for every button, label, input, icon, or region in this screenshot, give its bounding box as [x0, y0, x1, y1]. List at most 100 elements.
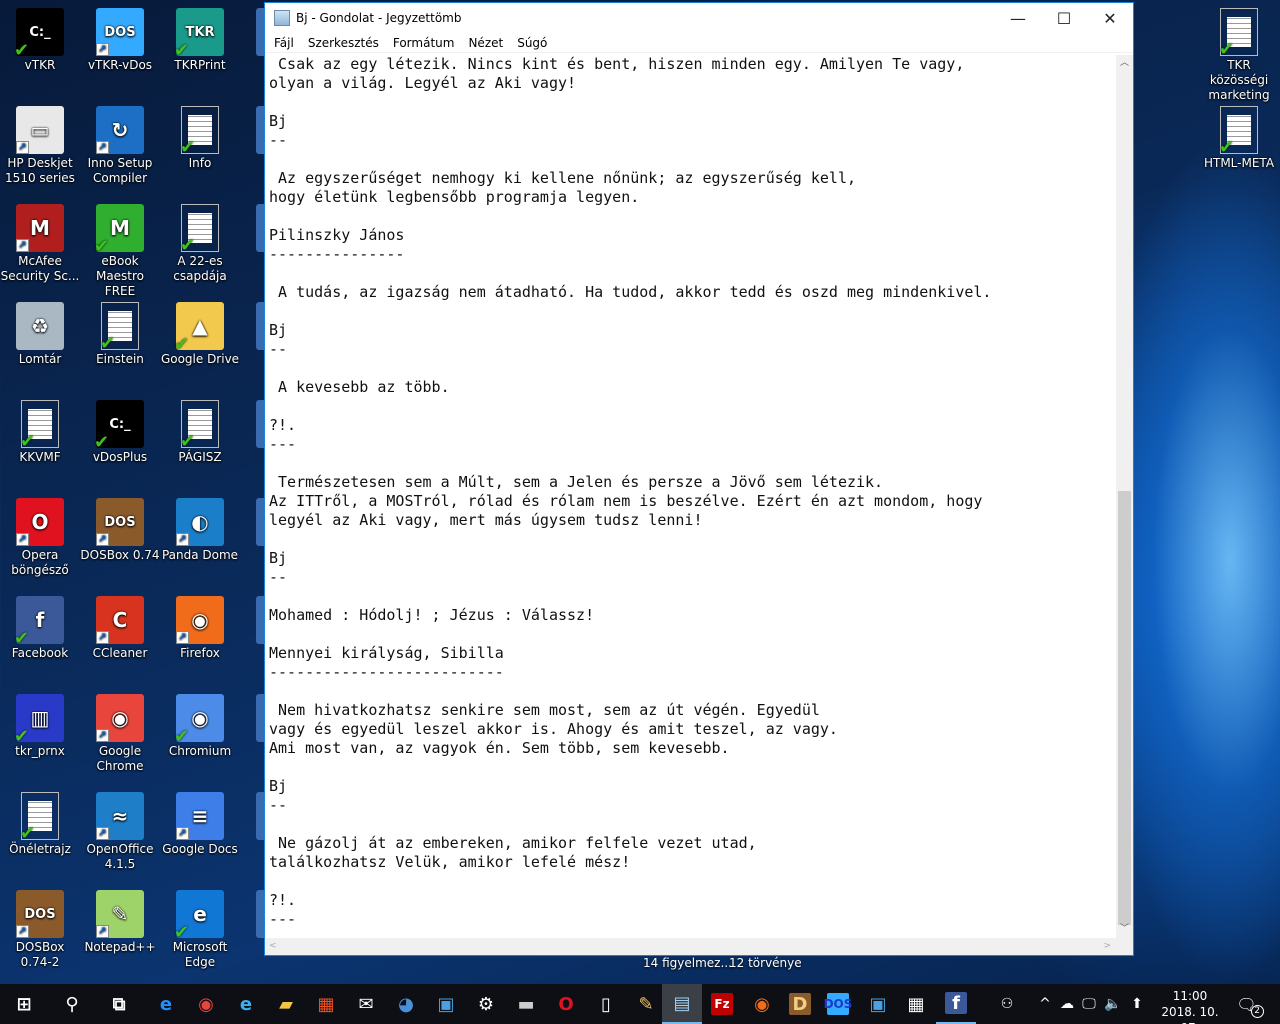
sync-check-icon: ✔: [20, 823, 36, 844]
desktop-icon[interactable]: ✔ Info: [160, 106, 240, 171]
taskbar-button[interactable]: ✉: [346, 984, 386, 1024]
maximize-button[interactable]: ☐: [1041, 3, 1087, 33]
text-line: találkozhatsz Velük, amikor lefelé mész!: [269, 853, 631, 871]
close-button[interactable]: ✕: [1087, 3, 1133, 33]
desktop-icon[interactable]: ↻ ↗ Inno Setup Compiler: [80, 106, 160, 186]
taskbar-button[interactable]: ◕: [386, 984, 426, 1024]
desktop-icon[interactable]: ✎ ↗ Notepad++: [80, 890, 160, 955]
desktop-icon[interactable]: ✔ Önéletrajz: [0, 792, 80, 857]
desktop-icon[interactable]: ≈ ↗ OpenOffice 4.1.5: [80, 792, 160, 872]
text-line: [269, 207, 1116, 226]
desktop-icon[interactable]: C:_ ✔ vDosPlus: [80, 400, 160, 465]
menu-edit[interactable]: Szerkesztés: [301, 36, 386, 50]
taskbar-button[interactable]: ▬: [506, 984, 546, 1024]
taskbar-button[interactable]: ⧉: [99, 984, 139, 1024]
taskbar-button[interactable]: ⚙: [466, 984, 506, 1024]
desktop-icon-label[interactable]: 14 figyelmez...: [643, 956, 732, 970]
taskbar-button[interactable]: ▦: [306, 984, 346, 1024]
notepad-window[interactable]: Bj - Gondolat - Jegyzettömb — ☐ ✕ Fájl S…: [264, 2, 1134, 956]
opera-icon: O: [558, 993, 574, 1015]
desktop-icon[interactable]: e ✔ Microsoft Edge: [160, 890, 240, 970]
taskbar-button[interactable]: Fz: [702, 984, 742, 1024]
desktop-icon[interactable]: ≡ ↗ Google Docs: [160, 792, 240, 857]
taskbar-button[interactable]: ▰: [266, 984, 306, 1024]
desktop-icon[interactable]: ✔ PÁGISZ: [160, 400, 240, 465]
desktop-icon[interactable]: ✔ TKR közösségi marketing: [1199, 8, 1279, 103]
taskbar-button[interactable]: e: [226, 984, 266, 1024]
vertical-scrollbar[interactable]: ︿ ﹀: [1116, 55, 1133, 938]
taskbar-button[interactable]: ▯: [586, 984, 626, 1024]
desktop-icon[interactable]: TKR ✔ TKRPrint: [160, 8, 240, 73]
desktop-icon[interactable]: ▲ ✔ Google Drive: [160, 302, 240, 367]
scroll-down-icon[interactable]: ﹀: [1116, 921, 1133, 938]
desktop-icon[interactable]: C:_ ✔ vTKR: [0, 8, 80, 73]
scroll-up-icon[interactable]: ︿: [1116, 55, 1133, 72]
desktop-icon[interactable]: DOS ↗ DOSBox 0.74-2: [0, 890, 80, 970]
onedrive-cloud-icon[interactable]: ☁: [1056, 984, 1078, 1024]
taskbar-button[interactable]: O: [546, 984, 586, 1024]
desktop-icon[interactable]: C ↗ CCleaner: [80, 596, 160, 661]
text-line: [269, 264, 1116, 283]
desktop-icon-label: Microsoft Edge: [172, 940, 228, 969]
desktop-icon[interactable]: ▥ ✔ tkr_prnx: [0, 694, 80, 759]
title-bar[interactable]: Bj - Gondolat - Jegyzettömb — ☐ ✕: [265, 3, 1133, 33]
taskbar-button[interactable]: ▦: [896, 984, 936, 1024]
desktop-icon[interactable]: ◐ ↗ Panda Dome: [160, 498, 240, 563]
text-editor[interactable]: Csak az egy létezik. Nincs kint és bent,…: [265, 55, 1116, 938]
taskbar-button[interactable]: ▤: [662, 984, 702, 1024]
taskbar-button[interactable]: e: [146, 984, 186, 1024]
desktop-icon[interactable]: O ↗ Opera böngésző: [0, 498, 80, 578]
desktop-icon[interactable]: ◉ ↗ Google Chrome: [80, 694, 160, 774]
taskbar-button[interactable]: ◉: [742, 984, 782, 1024]
chevron-up-icon[interactable]: ^: [1034, 984, 1056, 1024]
people-icon[interactable]: ⚇: [996, 984, 1018, 1024]
desktop-icon[interactable]: M ↗ McAfee Security Sc...: [0, 204, 80, 284]
taskbar-button[interactable]: D: [780, 984, 820, 1024]
store-icon: ▦: [317, 993, 335, 1015]
desktop-icon-label[interactable]: 12 törvénye: [729, 956, 802, 970]
taskbar-button[interactable]: ▣: [426, 984, 466, 1024]
taskbar-button[interactable]: ▣: [858, 984, 898, 1024]
desktop-icon[interactable]: ◉ ✔ Chromium: [160, 694, 240, 759]
text-line: Az egyszerűséget nemhogy ki kellene nőnü…: [269, 169, 856, 187]
scrollbar-thumb[interactable]: [1118, 491, 1131, 925]
taskbar-button[interactable]: f: [936, 984, 976, 1024]
text-line: hogy életünk legbensőbb programja legyen…: [269, 188, 640, 206]
text-file-icon: ✔: [180, 106, 219, 157]
horizontal-scrollbar[interactable]: < >: [265, 938, 1133, 955]
taskbar-button[interactable]: ⚲: [52, 984, 92, 1024]
taskbar-button[interactable]: ◉: [186, 984, 226, 1024]
scroll-right-icon[interactable]: >: [1103, 941, 1111, 951]
desktop-icon[interactable]: ✔ Einstein: [80, 302, 160, 367]
desktop-icon[interactable]: DOS ↗ DOSBox 0.74: [80, 498, 160, 563]
desktop-icon[interactable]: ◉ ↗ Firefox: [160, 596, 240, 661]
taskbar-button[interactable]: ✎: [626, 984, 666, 1024]
desktop-icon[interactable]: M ✔ eBook Maestro FREE: [80, 204, 160, 299]
desktop-icon[interactable]: ✔ KKVMF: [0, 400, 80, 465]
menu-help[interactable]: Súgó: [510, 36, 554, 50]
notification-center-button[interactable]: 🗨 2: [1236, 984, 1264, 1024]
desktop-icon[interactable]: ✔ HTML-META: [1199, 106, 1279, 171]
taskbar-button[interactable]: DOS: [818, 984, 858, 1024]
volume-icon[interactable]: 🔈: [1102, 984, 1124, 1024]
desktop-icon[interactable]: ♻ Lomtár: [0, 302, 80, 367]
facebook-icon: f ✔: [14, 596, 64, 648]
menu-file[interactable]: Fájl: [267, 36, 301, 50]
minimize-button[interactable]: —: [995, 3, 1041, 33]
desktop-icon[interactable]: DOS ↗ vTKR-vDos: [80, 8, 160, 73]
upload-icon[interactable]: ⬆: [1126, 984, 1148, 1024]
desktop-icon[interactable]: ▭ ↗ HP Deskjet 1510 series: [0, 106, 80, 186]
desktop-icon[interactable]: ✔ A 22-es csapdája: [160, 204, 240, 284]
google-docs-icon: ≡ ↗: [176, 792, 224, 840]
network-icon[interactable]: 🖵: [1078, 984, 1100, 1024]
text-line: [269, 530, 1116, 549]
clock[interactable]: 11:00 2018. 10. 07.: [1152, 988, 1228, 1024]
desktop-icon-label: McAfee Security Sc...: [0, 254, 80, 283]
blank-file-icon: ▯: [601, 993, 611, 1015]
desktop-icon[interactable]: f ✔ Facebook: [0, 596, 80, 661]
printer-icon: ▭ ↗: [16, 106, 64, 154]
taskbar-button[interactable]: ⊞: [4, 984, 44, 1024]
scroll-left-icon[interactable]: <: [269, 941, 277, 951]
menu-view[interactable]: Nézet: [461, 36, 510, 50]
menu-format[interactable]: Formátum: [386, 36, 462, 50]
